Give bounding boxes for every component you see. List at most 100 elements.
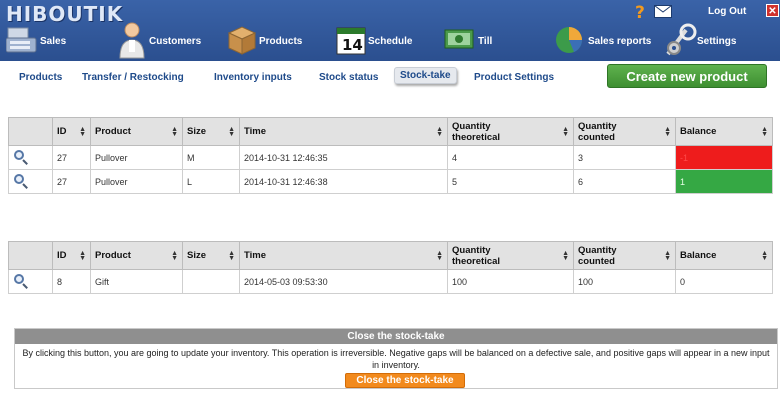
nav-till[interactable]: Till <box>444 22 500 60</box>
view-cell <box>8 169 53 194</box>
sort-icon[interactable]: ▲ ▼ <box>228 250 235 262</box>
table-header-row: ID ▲ ▼ Product ▲ ▼ Size ▲ ▼ Time ▲ ▼ Quantity th… <box>8 117 773 146</box>
view-cell <box>8 269 53 294</box>
header-id[interactable]: ID ▲ ▼ <box>52 241 91 270</box>
cell-product: Gift <box>90 269 183 294</box>
header-time[interactable]: Time ▲ ▼ <box>239 241 448 270</box>
nav-sales[interactable]: Sales <box>5 22 70 60</box>
stock-take-table: ID ▲ ▼ Product ▲ ▼ Size ▲ ▼ Time ▲ ▼ Quantity th… <box>8 117 773 194</box>
cell-size: M <box>182 145 240 170</box>
nav-till-label: Till <box>478 36 493 47</box>
nav-customers-label: Customers <box>149 36 202 47</box>
cell-balance: -1 <box>675 145 773 170</box>
cell-size <box>182 269 240 294</box>
sort-icon[interactable]: ▲ ▼ <box>228 126 235 138</box>
nav-products-label: Products <box>259 36 303 47</box>
sort-icon[interactable]: ▲ ▼ <box>562 126 569 138</box>
nav-products[interactable]: Products <box>226 22 310 60</box>
cell-balance: 1 <box>675 169 773 194</box>
subnav-product-settings[interactable]: Product Settings <box>474 72 554 83</box>
mail-icon[interactable] <box>654 5 672 20</box>
nav-settings-label: Settings <box>697 36 737 47</box>
sort-icon[interactable]: ▲ ▼ <box>436 126 443 138</box>
subnav-products[interactable]: Products <box>19 72 62 83</box>
stock-take-table-2: ID ▲ ▼ Product ▲ ▼ Size ▲ ▼ Time ▲ ▼ Quantity th… <box>8 241 773 294</box>
header-size[interactable]: Size ▲ ▼ <box>182 117 240 146</box>
sort-icon[interactable]: ▲ ▼ <box>761 250 768 262</box>
header-view <box>8 117 53 146</box>
customer-icon <box>118 22 146 63</box>
cell-id: 8 <box>52 269 91 294</box>
piechart-icon <box>554 24 586 59</box>
header-quantity-counted[interactable]: Quantity counted ▲ ▼ <box>573 241 676 270</box>
cell-time: 2014-10-31 12:46:35 <box>239 145 448 170</box>
magnifier-icon[interactable] <box>13 173 29 189</box>
close-icon[interactable]: ✕ <box>766 4 779 17</box>
register-icon <box>5 24 38 57</box>
table-header-row: ID ▲ ▼ Product ▲ ▼ Size ▲ ▼ Time ▲ ▼ Quantity th… <box>8 241 773 270</box>
svg-text:?: ? <box>635 3 645 21</box>
nav-customers[interactable]: Customers <box>118 22 208 60</box>
help-icon[interactable]: ? <box>633 3 649 23</box>
sort-icon[interactable]: ▲ ▼ <box>79 126 86 138</box>
cell-product: Pullover <box>90 145 183 170</box>
cell-counted: 100 <box>573 269 676 294</box>
subnav-stock-take[interactable]: Stock-take <box>394 67 457 84</box>
view-cell <box>8 145 53 170</box>
cell-counted: 3 <box>573 145 676 170</box>
nav-settings[interactable]: Settings <box>664 22 748 60</box>
table-row: 27 Pullover L 2014-10-31 12:46:38 5 6 1 <box>8 169 773 194</box>
magnifier-icon[interactable] <box>13 273 29 289</box>
magnifier-icon[interactable] <box>13 149 29 165</box>
nav-sales-reports[interactable]: Sales reports <box>554 22 662 60</box>
sort-icon[interactable]: ▲ ▼ <box>664 126 671 138</box>
logout-link[interactable]: Log Out <box>708 6 746 17</box>
cell-id: 27 <box>52 169 91 194</box>
create-new-product-button[interactable]: Create new product <box>607 64 767 88</box>
header-balance[interactable]: Balance ▲ ▼ <box>675 241 773 270</box>
header-view <box>8 241 53 270</box>
header-time[interactable]: Time ▲ ▼ <box>239 117 448 146</box>
nav-schedule-label: Schedule <box>368 36 413 47</box>
close-stock-take-title: Close the stock-take <box>15 329 777 344</box>
cell-theoretical: 4 <box>447 145 574 170</box>
cell-size: L <box>182 169 240 194</box>
cell-counted: 6 <box>573 169 676 194</box>
gears-icon <box>664 22 698 61</box>
close-stock-take-panel: Close the stock-take By clicking this bu… <box>14 328 778 389</box>
sort-icon[interactable]: ▲ ▼ <box>761 126 768 138</box>
sort-icon[interactable]: ▲ ▼ <box>79 250 86 262</box>
cell-time: 2014-05-03 09:53:30 <box>239 269 448 294</box>
sort-icon[interactable]: ▲ ▼ <box>436 250 443 262</box>
cash-icon <box>444 26 476 55</box>
header-balance[interactable]: Balance ▲ ▼ <box>675 117 773 146</box>
top-header: HIBOUTIK ? Log Out ✕ Sales Customers Pro… <box>0 0 780 61</box>
table-row: 8 Gift 2014-05-03 09:53:30 100 100 0 <box>8 269 773 294</box>
nav-schedule[interactable]: 14 Schedule <box>336 22 420 60</box>
box-icon <box>226 25 258 58</box>
header-quantity-theoretical[interactable]: Quantity theoretical ▲ ▼ <box>447 241 574 270</box>
nav-sales-reports-label: Sales reports <box>588 36 652 47</box>
header-id[interactable]: ID ▲ ▼ <box>52 117 91 146</box>
header-quantity-counted[interactable]: Quantity counted ▲ ▼ <box>573 117 676 146</box>
sort-icon[interactable]: ▲ ▼ <box>562 250 569 262</box>
header-size[interactable]: Size ▲ ▼ <box>182 241 240 270</box>
header-product[interactable]: Product ▲ ▼ <box>90 117 183 146</box>
subnav-stock-status[interactable]: Stock status <box>319 72 378 83</box>
cell-theoretical: 5 <box>447 169 574 194</box>
cell-time: 2014-10-31 12:46:38 <box>239 169 448 194</box>
close-stock-take-description: By clicking this button, you are going t… <box>22 348 770 370</box>
table-row: 27 Pullover M 2014-10-31 12:46:35 4 3 -1 <box>8 145 773 170</box>
nav-sales-label: Sales <box>40 36 67 47</box>
subnav-inventory-inputs[interactable]: Inventory inputs <box>214 72 292 83</box>
sort-icon[interactable]: ▲ ▼ <box>664 250 671 262</box>
cell-balance: 0 <box>675 269 773 294</box>
header-product[interactable]: Product ▲ ▼ <box>90 241 183 270</box>
subnav-transfer-restocking[interactable]: Transfer / Restocking <box>82 72 184 83</box>
cell-id: 27 <box>52 145 91 170</box>
cell-product: Pullover <box>90 169 183 194</box>
close-stock-take-button[interactable]: Close the stock-take <box>345 373 465 388</box>
sort-icon[interactable]: ▲ ▼ <box>171 126 178 138</box>
header-quantity-theoretical[interactable]: Quantity theoretical ▲ ▼ <box>447 117 574 146</box>
sort-icon[interactable]: ▲ ▼ <box>171 250 178 262</box>
